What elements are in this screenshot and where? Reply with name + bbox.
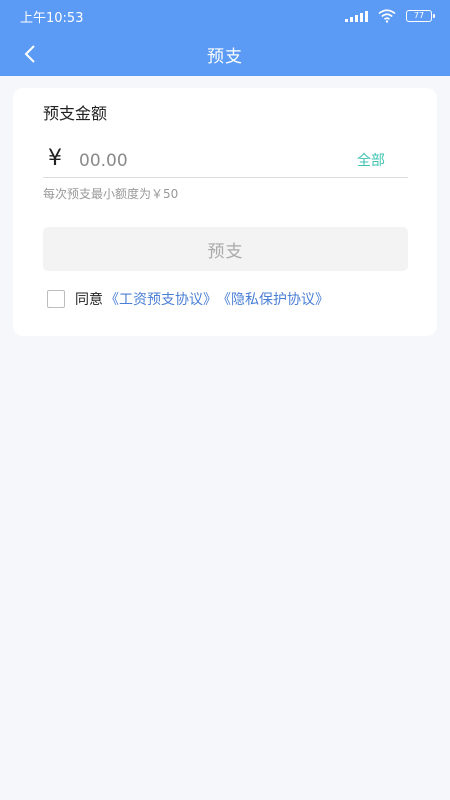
back-button[interactable] xyxy=(10,32,50,76)
advance-form-card: 预支金额 ¥ 全部 每次预支最小额度为￥50 预支 同意 《工资预支协议》 《隐… xyxy=(13,88,437,336)
input-divider xyxy=(43,177,408,178)
minimum-hint: 每次预支最小额度为￥50 xyxy=(43,187,179,201)
page-title: 预支 xyxy=(207,46,243,67)
status-bar: 上午10:53 77 xyxy=(0,0,450,32)
privacy-agreement-link[interactable]: 《隐私保护协议》 xyxy=(217,289,329,309)
currency-symbol: ¥ xyxy=(48,146,62,171)
wifi-icon xyxy=(378,9,396,23)
all-amount-button[interactable]: 全部 xyxy=(357,150,385,170)
amount-input[interactable] xyxy=(79,146,319,176)
amount-label: 预支金额 xyxy=(43,104,108,123)
nav-bar: 预支 xyxy=(0,32,450,76)
agreement-row: 同意 《工资预支协议》 《隐私保护协议》 xyxy=(47,289,329,309)
salary-advance-agreement-link[interactable]: 《工资预支协议》 xyxy=(105,289,217,309)
battery-icon: 77 xyxy=(406,10,435,22)
chevron-left-icon xyxy=(24,45,35,63)
status-time: 上午10:53 xyxy=(20,10,84,26)
agree-checkbox[interactable] xyxy=(47,290,65,308)
advance-submit-button[interactable]: 预支 xyxy=(43,227,408,271)
agree-label: 同意 xyxy=(75,292,103,308)
status-icons: 77 xyxy=(345,9,435,23)
signal-icon xyxy=(345,10,368,22)
